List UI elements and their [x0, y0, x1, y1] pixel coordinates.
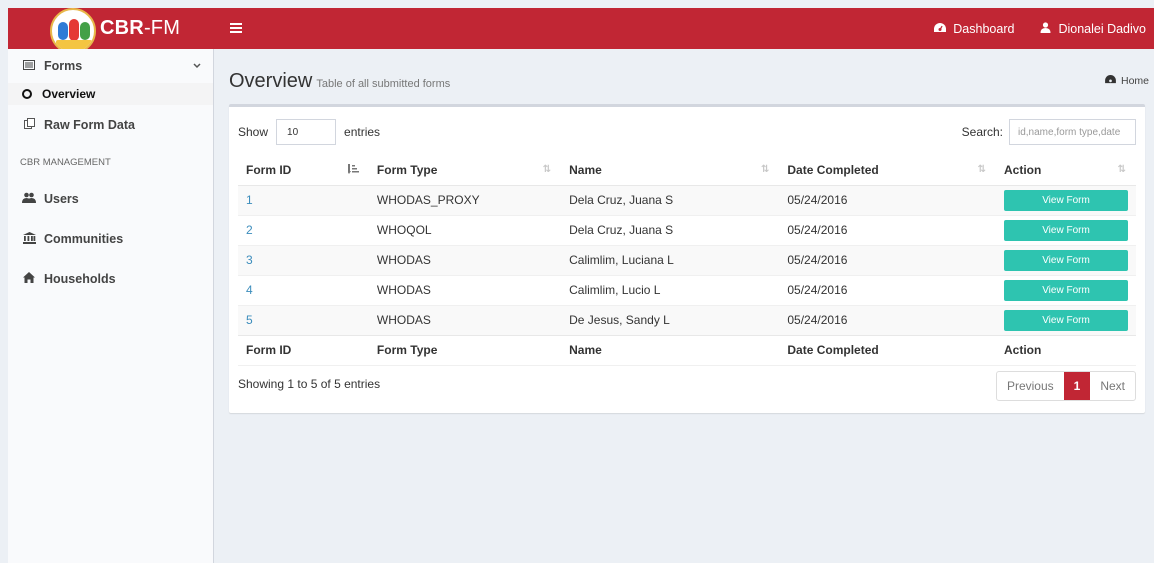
sidebar: Forms Overview Raw Form Data CBR MANAGEM… [8, 49, 214, 563]
form-id-link[interactable]: 2 [246, 223, 253, 237]
brand-name: CBR-FM [100, 17, 181, 39]
date-cell: 05/24/2016 [779, 184, 996, 215]
previous-page-button[interactable]: Previous [997, 372, 1064, 400]
breadcrumb-home[interactable]: Home [1121, 75, 1149, 87]
form-type-cell: WHODAS_PROXY [368, 184, 562, 215]
form-id-link[interactable]: 5 [246, 313, 253, 327]
sidebar-section-header: CBR MANAGEMENT [20, 156, 111, 168]
view-form-button[interactable]: View Form [1004, 249, 1128, 271]
table-row: 3 WHODAS Calimlim, Luciana L 05/24/2016 … [238, 244, 1136, 275]
column-header-form-type[interactable]: Form Type ⇅ [368, 155, 562, 186]
dashboard-link[interactable]: Dashboard [916, 22, 1022, 36]
entries-label: entries [344, 125, 381, 139]
institution-icon [20, 231, 38, 247]
sidebar-item-households[interactable]: Households [8, 259, 213, 299]
sort-asc-icon [346, 164, 359, 177]
footer-form-type: Form Type [368, 334, 562, 366]
footer-form-id: Form ID [238, 334, 369, 366]
next-page-button[interactable]: Next [1090, 372, 1135, 400]
sort-icon: ⇅ [760, 164, 770, 175]
name-cell: Dela Cruz, Juana S [561, 184, 780, 215]
page-title: Overview Table of all submitted forms [229, 69, 451, 92]
bars-icon [230, 22, 242, 33]
view-form-button[interactable]: View Form [1004, 219, 1128, 241]
column-header-name[interactable]: Name ⇅ [561, 155, 780, 186]
logo-emblem-icon [50, 7, 96, 54]
sidebar-item-label: Overview [42, 87, 96, 101]
form-type-cell: WHODAS [368, 274, 562, 305]
search-label: Search: [961, 125, 1003, 139]
sidebar-item-communities[interactable]: Communities [8, 219, 213, 259]
form-id-link[interactable]: 3 [246, 253, 253, 267]
breadcrumb[interactable]: Home [1105, 75, 1149, 87]
user-icon [1040, 21, 1051, 36]
column-header-form-id[interactable]: Form ID [238, 155, 369, 186]
dashboard-icon [934, 22, 947, 36]
page-1-button[interactable]: 1 [1063, 372, 1091, 400]
form-id-link[interactable]: 4 [246, 283, 253, 297]
top-navbar: CBR-FM Dashboard Dionalei Dadivo [8, 7, 1154, 54]
user-name: Dionalei Dadivo [1058, 21, 1146, 36]
user-menu[interactable]: Dionalei Dadivo [1022, 22, 1154, 36]
sidebar-item-label: Raw Form Data [44, 118, 135, 132]
date-cell: 05/24/2016 [779, 214, 996, 245]
date-cell: 05/24/2016 [779, 274, 996, 305]
chevron-down-icon [193, 61, 201, 72]
form-type-cell: WHODAS [368, 244, 562, 275]
sidebar-item-raw-form-data[interactable]: Raw Form Data [8, 105, 213, 145]
show-label: Show [238, 125, 269, 139]
sidebar-item-forms[interactable]: Forms [8, 49, 213, 83]
dashboard-icon [1105, 75, 1116, 87]
sort-icon: ⇅ [1117, 164, 1126, 175]
name-cell: Calimlim, Lucio L [561, 274, 780, 305]
pagination: Previous 1 Next [995, 371, 1136, 401]
list-alt-icon [20, 59, 38, 73]
view-form-button[interactable]: View Form [1004, 279, 1128, 301]
table-footer-row: Form ID Form Type Name Date Completed Ac… [238, 334, 1136, 366]
copy-icon [20, 118, 38, 132]
date-cell: 05/24/2016 [779, 304, 996, 335]
footer-date-completed: Date Completed [779, 334, 996, 366]
sidebar-toggle-button[interactable] [230, 20, 242, 38]
users-icon [20, 192, 38, 206]
form-id-link[interactable]: 1 [246, 193, 253, 207]
table-row: 5 WHODAS De Jesus, Sandy L 05/24/2016 Vi… [238, 304, 1136, 335]
table-row: 4 WHODAS Calimlim, Lucio L 05/24/2016 Vi… [238, 274, 1136, 305]
footer-name: Name [561, 334, 780, 366]
sidebar-item-label: Forms [44, 59, 83, 73]
content-header: Overview Table of all submitted forms Hom… [229, 66, 1149, 96]
search-input[interactable]: id,name,form type,date [1009, 119, 1136, 145]
sort-icon: ⇅ [977, 164, 986, 175]
name-cell: Calimlim, Luciana L [561, 244, 780, 275]
sort-icon: ⇅ [542, 164, 552, 175]
entries-length-select[interactable]: 10 [276, 119, 337, 145]
sidebar-item-users[interactable]: Users [8, 179, 213, 219]
page-subtitle: Table of all submitted forms [316, 77, 451, 90]
brand-logo[interactable]: CBR-FM [8, 7, 214, 54]
dashboard-label: Dashboard [953, 21, 1015, 36]
table-header-row: Form ID Form Type ⇅ Name ⇅ Date Completed ⇅… [238, 155, 1136, 186]
form-type-cell: WHOQOL [368, 214, 562, 245]
name-cell: De Jesus, Sandy L [561, 304, 780, 335]
form-type-cell: WHODAS [368, 304, 562, 335]
home-icon [20, 272, 38, 286]
footer-action: Action [996, 334, 1136, 366]
column-header-date-completed[interactable]: Date Completed ⇅ [779, 155, 996, 186]
forms-table: Form ID Form Type ⇅ Name ⇅ Date Completed ⇅… [238, 155, 1136, 366]
date-cell: 05/24/2016 [779, 244, 996, 275]
view-form-button[interactable]: View Form [1004, 309, 1128, 331]
forms-table-box: Show 10 entries Search: id,name,form typ… [229, 104, 1145, 413]
table-row: 1 WHODAS_PROXY Dela Cruz, Juana S 05/24/… [238, 184, 1136, 215]
sidebar-item-overview[interactable]: Overview [8, 83, 213, 105]
circle-icon [22, 89, 32, 99]
table-info: Showing 1 to 5 of 5 entries [238, 377, 381, 391]
sidebar-item-label: Communities [44, 232, 124, 246]
column-header-action[interactable]: Action ⇅ [996, 155, 1136, 186]
view-form-button[interactable]: View Form [1004, 189, 1128, 211]
sidebar-item-label: Users [44, 192, 79, 206]
table-row: 2 WHOQOL Dela Cruz, Juana S 05/24/2016 V… [238, 214, 1136, 245]
sidebar-item-label: Households [44, 272, 116, 286]
name-cell: Dela Cruz, Juana S [561, 214, 780, 245]
